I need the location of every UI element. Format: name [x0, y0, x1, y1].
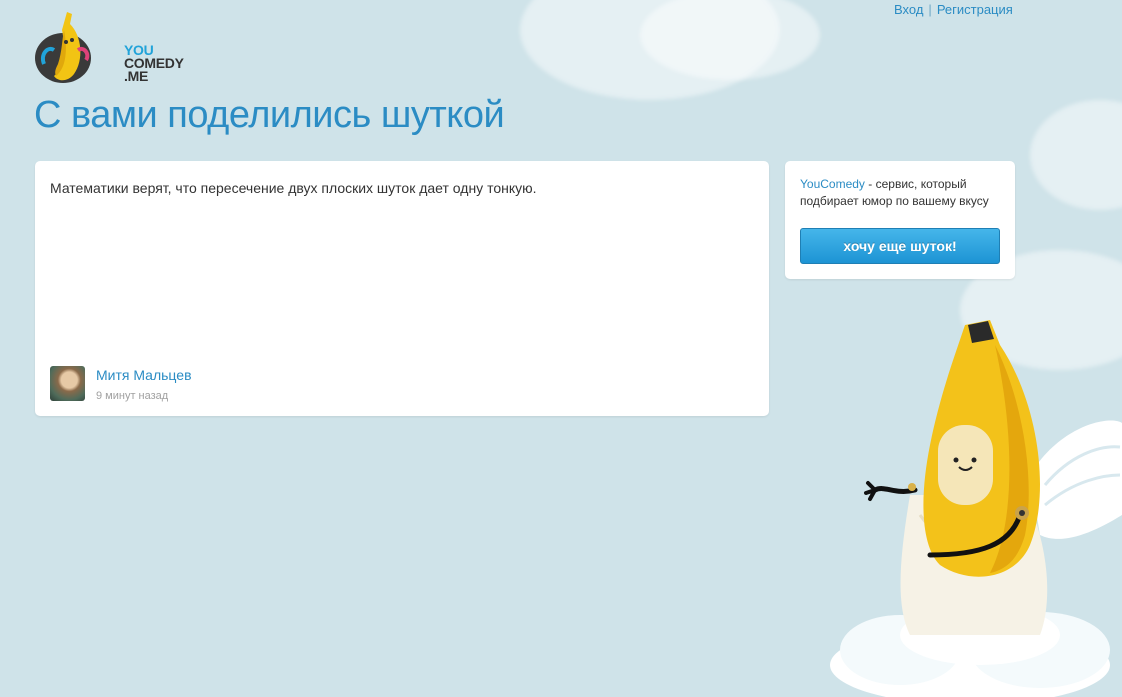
banana-angel-mascot — [830, 320, 1122, 697]
page-title: С вами поделились шуткой — [34, 94, 505, 136]
brand-link[interactable]: YouComedy — [800, 177, 865, 191]
background-cloud — [1030, 100, 1122, 210]
nav-separator: | — [928, 2, 932, 17]
post-timestamp: 9 минут назад — [96, 390, 169, 402]
top-nav: Вход | Регистрация — [894, 2, 1013, 17]
logo-text-me: .ME — [124, 68, 148, 84]
login-link[interactable]: Вход — [894, 2, 923, 17]
promo-text: YouComedy - сервис, который подбирает юм… — [800, 176, 1005, 210]
logo-text: YOU COMEDY .ME — [124, 43, 184, 84]
author-avatar[interactable] — [50, 366, 85, 401]
site-logo[interactable]: YOU COMEDY .ME — [34, 10, 184, 84]
joke-text: Математики верят, что пересечение двух п… — [50, 180, 537, 196]
banana-logo-icon — [35, 12, 91, 83]
register-link[interactable]: Регистрация — [937, 2, 1013, 17]
promo-card: YouComedy - сервис, который подбирает юм… — [785, 161, 1015, 279]
author-name-link[interactable]: Митя Мальцев — [96, 367, 192, 383]
more-jokes-button[interactable]: хочу еще шуток! — [800, 228, 1000, 264]
joke-card: Математики верят, что пересечение двух п… — [35, 161, 769, 416]
